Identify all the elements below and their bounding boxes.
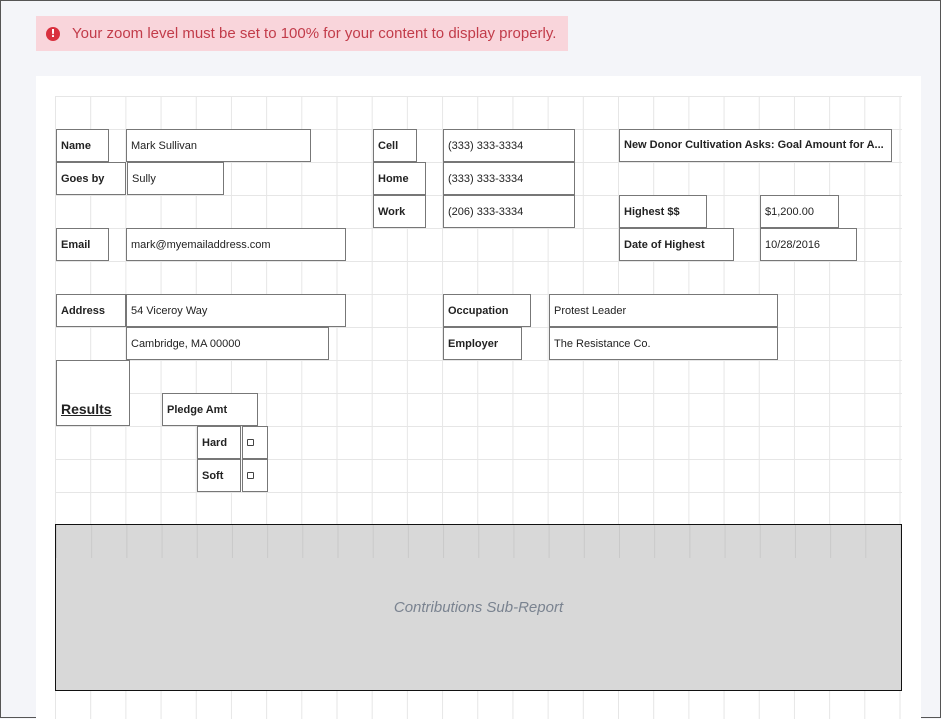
name-label[interactable]: Name (56, 129, 109, 162)
results-box[interactable]: Results (56, 360, 130, 426)
zoom-warning-alert: ! Your zoom level must be set to 100% fo… (36, 16, 568, 51)
email-label[interactable]: Email (56, 228, 109, 261)
highest-label[interactable]: Highest $$ (619, 195, 707, 228)
date-of-highest-label[interactable]: Date of Highest (619, 228, 734, 261)
hard-checkbox[interactable] (242, 426, 268, 459)
pledge-amt-label[interactable]: Pledge Amt (162, 393, 258, 426)
soft-checkbox[interactable] (242, 459, 268, 492)
address-line1-field[interactable]: 54 Viceroy Way (126, 294, 346, 327)
employer-field[interactable]: The Resistance Co. (549, 327, 778, 360)
goes-by-label[interactable]: Goes by (56, 162, 126, 195)
cell-field[interactable]: (333) 333-3334 (443, 129, 575, 162)
exclamation-circle-icon: ! (46, 26, 60, 41)
date-of-highest-field[interactable]: 10/28/2016 (760, 228, 857, 261)
work-field[interactable]: (206) 333-3334 (443, 195, 575, 228)
contributions-subreport[interactable]: Contributions Sub-Report (55, 524, 902, 691)
highest-amount-field[interactable]: $1,200.00 (760, 195, 839, 228)
employer-label[interactable]: Employer (443, 327, 522, 360)
results-title: Results (61, 401, 112, 417)
goes-by-field[interactable]: Sully (127, 162, 224, 195)
occupation-label[interactable]: Occupation (443, 294, 531, 327)
home-field[interactable]: (333) 333-3334 (443, 162, 575, 195)
address-label[interactable]: Address (56, 294, 126, 327)
cell-label[interactable]: Cell (373, 129, 417, 162)
subreport-label: Contributions Sub-Report (393, 599, 564, 616)
occupation-field[interactable]: Protest Leader (549, 294, 778, 327)
zoom-warning-text: Your zoom level must be set to 100% for … (72, 25, 557, 42)
name-field[interactable]: Mark Sullivan (126, 129, 311, 162)
checkbox-icon (247, 472, 254, 479)
address-line2-field[interactable]: Cambridge, MA 00000 (126, 327, 329, 360)
home-label[interactable]: Home (373, 162, 426, 195)
cultivation-asks-field[interactable]: New Donor Cultivation Asks: Goal Amount … (619, 129, 892, 162)
hard-label[interactable]: Hard (197, 426, 241, 459)
work-label[interactable]: Work (373, 195, 426, 228)
checkbox-icon (247, 439, 254, 446)
soft-label[interactable]: Soft (197, 459, 241, 492)
email-field[interactable]: mark@myemailaddress.com (126, 228, 346, 261)
